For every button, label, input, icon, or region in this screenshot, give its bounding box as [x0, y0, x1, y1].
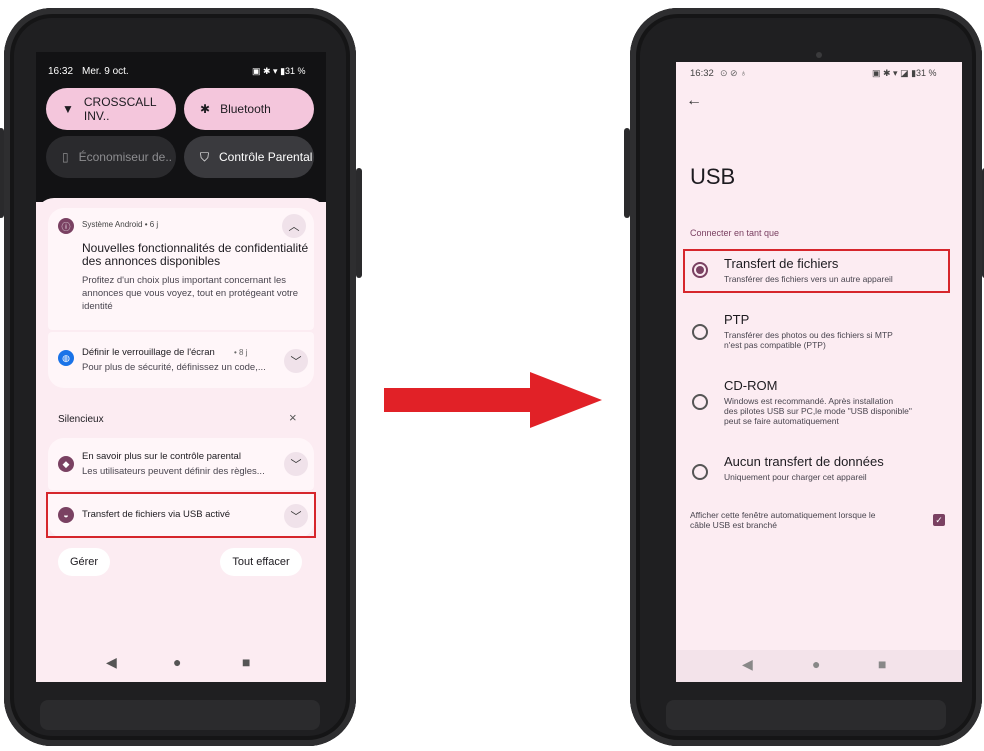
parental-app-icon: ◆	[58, 456, 74, 472]
bluetooth-icon: ✱	[200, 102, 211, 116]
left-screen: 16:32 Mer. 9 oct. ▣ ✱ ▾ ▮31 % ▼ CROSSCAL…	[36, 52, 326, 682]
front-camera-icon	[816, 52, 822, 58]
notification-app-name: Système Android • 6 j	[82, 220, 159, 229]
status-date: Mer. 9 oct.	[82, 66, 129, 77]
option-desc: Windows est recommandé. Après installati…	[724, 396, 912, 426]
status-time: 16:32	[48, 66, 74, 77]
nav-home-icon[interactable]: ●	[812, 656, 820, 672]
notification-age: • 8 j	[234, 348, 248, 357]
option-desc: Transférer des photos ou des fichiers si…	[724, 330, 893, 350]
option-desc: Uniquement pour charger cet appareil	[724, 472, 867, 482]
silent-section-header: Silencieux	[58, 414, 104, 425]
option-title: CD-ROM	[724, 378, 778, 393]
auto-show-label: Afficher cette fenêtre automatiquement l…	[690, 510, 876, 530]
security-icon: ◍	[58, 350, 74, 366]
back-arrow-icon[interactable]: ←	[686, 92, 702, 110]
auto-show-checkbox[interactable]: ✓	[933, 514, 945, 526]
parental-control-tile-label: Contrôle Parental	[219, 150, 313, 164]
battery-saver-icon: ▯	[62, 150, 69, 164]
option-no-data-transfer[interactable]: Aucun transfert de données Uniquement po…	[682, 452, 952, 492]
nav-recents-icon[interactable]: ■	[878, 656, 886, 672]
parental-control-tile[interactable]: ⛉ Contrôle Parental	[184, 136, 314, 178]
nav-home-icon[interactable]: ●	[173, 654, 181, 670]
manage-button[interactable]: Gérer	[58, 548, 110, 576]
nav-recents-icon[interactable]: ■	[242, 654, 250, 670]
notification-body: Les utilisateurs peuvent définir des règ…	[82, 466, 265, 477]
transition-arrow-icon	[384, 372, 602, 428]
clear-all-button[interactable]: Tout effacer	[220, 548, 302, 576]
bluetooth-tile[interactable]: ✱ Bluetooth	[184, 88, 314, 130]
option-title: Aucun transfert de données	[724, 454, 884, 469]
expand-chevron-icon[interactable]: ﹀	[284, 349, 308, 373]
notification-body: Pour plus de sécurité, définissez un cod…	[82, 362, 266, 373]
page-title: USB	[690, 164, 736, 189]
silent-close-icon[interactable]: ×	[289, 410, 297, 425]
notification-body: Profitez d'un choix plus important conce…	[82, 275, 299, 312]
option-cd-rom[interactable]: CD-ROM Windows est recommandé. Après ins…	[682, 376, 952, 436]
notification-title: Définir le verrouillage de l'écran	[82, 347, 215, 358]
wifi-tile-label: CROSSCALL INV..	[83, 95, 157, 123]
expand-chevron-icon[interactable]: ﹀	[284, 452, 308, 476]
usb-notification-highlight	[46, 492, 316, 538]
file-transfer-highlight	[683, 249, 950, 293]
status-time: 16:32	[690, 68, 714, 79]
privacy-notification[interactable]: ⓘ Système Android • 6 j ︿ Nouvelles fonc…	[48, 208, 314, 330]
wifi-icon: ▼	[62, 102, 74, 116]
collapse-chevron-icon[interactable]: ︿	[282, 214, 306, 238]
android-system-icon: ⓘ	[58, 218, 74, 234]
nav-back-icon[interactable]: ◀	[742, 656, 753, 673]
right-screen: 16:32 ⊙ ⊘ ♁ ▣ ✱ ▾ ◪ ▮31 % ← USB Connecte…	[676, 62, 962, 682]
status-icons: ▣ ✱ ▾ ◪ ▮31 %	[872, 68, 937, 78]
section-label: Connecter en tant que	[690, 228, 780, 238]
battery-saver-tile-label: Économiseur de..	[78, 150, 172, 164]
parental-control-icon: ⛉	[200, 149, 210, 164]
option-ptp[interactable]: PTP Transférer des photos ou des fichier…	[682, 308, 952, 358]
parental-control-notification[interactable]: ◆ En savoir plus sur le contrôle parenta…	[48, 438, 314, 490]
screen-lock-notification[interactable]: ◍ Définir le verrouillage de l'écran • 8…	[48, 332, 314, 388]
left-phone-bottom-bumper	[40, 700, 320, 730]
cd-rom-radio[interactable]	[692, 394, 708, 410]
bluetooth-tile-label: Bluetooth	[220, 102, 271, 116]
status-icons: ▣ ✱ ▾ ▮31 %	[252, 66, 306, 76]
battery-saver-tile[interactable]: ▯ Économiseur de..	[46, 136, 176, 178]
notification-title: En savoir plus sur le contrôle parental	[82, 451, 241, 462]
ptp-radio[interactable]	[692, 324, 708, 340]
status-left-icons: ⊙ ⊘ ♁	[720, 68, 747, 78]
no-data-transfer-radio[interactable]	[692, 464, 708, 480]
nav-back-icon[interactable]: ◀	[106, 654, 117, 671]
option-title: PTP	[724, 312, 750, 327]
right-phone-bottom-bumper	[666, 700, 946, 730]
notification-title: Nouvelles fonctionnalités de confidentia…	[82, 241, 309, 268]
wifi-tile[interactable]: ▼ CROSSCALL INV..	[46, 88, 176, 130]
